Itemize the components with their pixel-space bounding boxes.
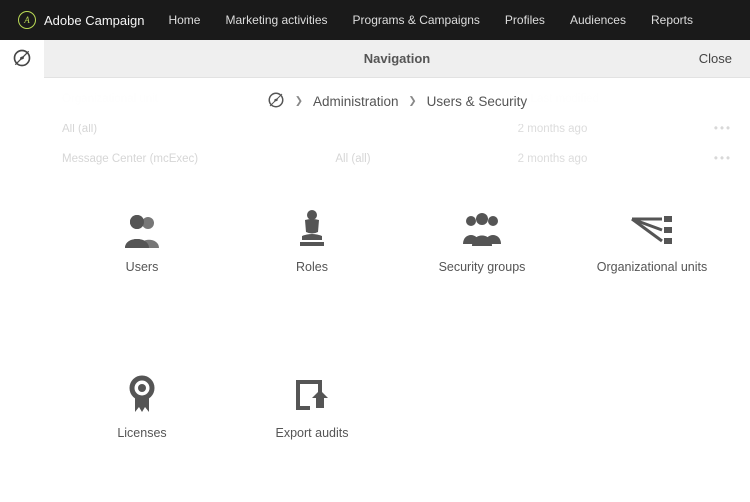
- tile-label: Roles: [296, 260, 328, 274]
- top-menu-audiences[interactable]: Audiences: [570, 13, 626, 27]
- ghost-area: Organizational unit Last modified All (a…: [52, 78, 742, 178]
- users-icon: [118, 208, 166, 248]
- top-menu-programs[interactable]: Programs & Campaigns: [353, 13, 480, 27]
- topbar: A Adobe Campaign Home Marketing activiti…: [0, 0, 750, 40]
- top-menu-reports[interactable]: Reports: [651, 13, 693, 27]
- security-groups-icon: [458, 208, 506, 248]
- shell: Navigation Close Organizational unit Las…: [0, 40, 750, 502]
- main: Navigation Close Organizational unit Las…: [44, 40, 750, 502]
- export-audits-icon: [288, 374, 336, 414]
- top-menu-profiles[interactable]: Profiles: [505, 13, 545, 27]
- breadcrumb-users-security[interactable]: Users & Security: [427, 94, 528, 109]
- tile-label: Users: [126, 260, 159, 274]
- close-button[interactable]: Close: [699, 51, 732, 66]
- tiles-grid: Users Roles: [52, 178, 742, 480]
- breadcrumb-administration[interactable]: Administration: [313, 94, 399, 109]
- brand-name: Adobe Campaign: [44, 13, 144, 28]
- breadcrumb-separator-icon: ❯: [295, 93, 303, 109]
- tile-roles[interactable]: Roles: [232, 208, 392, 274]
- tile-label: Security groups: [439, 260, 526, 274]
- left-gutter: [0, 40, 44, 502]
- tile-label: Export audits: [276, 426, 349, 440]
- compass-icon[interactable]: [12, 48, 32, 73]
- top-menu-marketing[interactable]: Marketing activities: [225, 13, 327, 27]
- brand-logo-icon: A: [18, 11, 36, 29]
- tile-users[interactable]: Users: [62, 208, 222, 274]
- overlay-header: Navigation Close: [44, 40, 750, 78]
- tile-export-audits[interactable]: Export audits: [232, 374, 392, 440]
- brand: A Adobe Campaign: [18, 11, 144, 29]
- breadcrumb-compass-icon[interactable]: [267, 91, 285, 112]
- tile-licenses[interactable]: Licenses: [62, 374, 222, 440]
- tile-org-units[interactable]: Organizational units: [572, 208, 732, 274]
- content: Organizational unit Last modified All (a…: [44, 78, 750, 502]
- overlay-title: Navigation: [44, 51, 750, 66]
- top-menu: Home Marketing activities Programs & Cam…: [168, 13, 732, 27]
- ellipsis-icon: •••: [700, 153, 732, 165]
- ghost-row: Message Center (mcExec) All (all) 2 mont…: [52, 144, 742, 174]
- top-menu-home[interactable]: Home: [168, 13, 200, 27]
- licenses-icon: [118, 374, 166, 414]
- breadcrumb: ❯ Administration ❯ Users & Security: [52, 78, 742, 124]
- ellipsis-icon: •••: [700, 123, 732, 135]
- breadcrumb-separator-icon: ❯: [409, 93, 417, 109]
- tile-security-groups[interactable]: Security groups: [402, 208, 562, 274]
- roles-icon: [288, 208, 336, 248]
- tile-label: Organizational units: [597, 260, 707, 274]
- tile-label: Licenses: [117, 426, 166, 440]
- org-units-icon: [628, 208, 676, 248]
